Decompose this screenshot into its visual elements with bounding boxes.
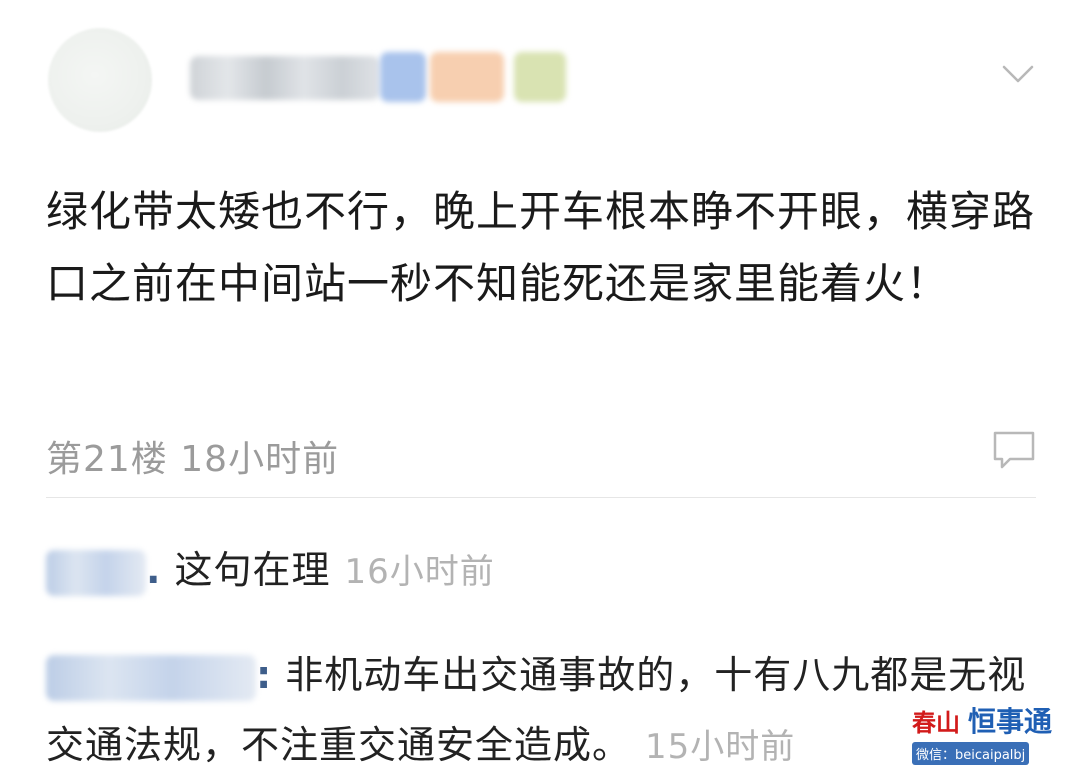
watermark: 春山 恒事通 微信：beicaipalbj [912, 700, 1072, 774]
watermark-logo: 春山 [912, 707, 960, 737]
reply-item[interactable]: : 非机动车出交通事故的，十有八九都是无视交通法规，不注重交通安全造成。 15小时… [46, 640, 1036, 782]
floor-number: 第21楼 [46, 439, 168, 480]
user-badge-redacted [380, 52, 426, 102]
watermark-name: 恒事通 [968, 705, 1053, 738]
comment-meta: 第21楼 18小时前 [46, 422, 1036, 482]
comment-header [0, 0, 1080, 150]
avatar[interactable] [48, 28, 152, 132]
divider [46, 497, 1036, 498]
comment-text: 绿化带太矮也不行，晚上开车根本睁不开眼，横穿路口之前在中间站一秒不知能死还是家里… [46, 187, 1036, 308]
reply-time: 15小时前 [645, 727, 796, 767]
watermark-subtitle: 微信：beicaipalbj [912, 742, 1030, 765]
reply-text: 这句在理 [174, 548, 331, 592]
username-redacted[interactable] [190, 56, 380, 100]
comment-time: 18小时前 [180, 439, 340, 480]
reply-username-redacted[interactable] [46, 549, 146, 596]
chevron-down-icon[interactable] [1000, 56, 1036, 92]
reply-username-redacted[interactable] [46, 654, 256, 701]
comment-bubble-icon[interactable] [992, 430, 1036, 470]
reply-separator: : [256, 653, 273, 697]
reply-item[interactable]: . 这句在理 16小时前 [46, 540, 1036, 600]
reply-time: 16小时前 [344, 552, 495, 592]
reply-separator: . [146, 548, 162, 592]
user-badge-redacted [514, 52, 566, 102]
user-badge-redacted [430, 52, 504, 102]
